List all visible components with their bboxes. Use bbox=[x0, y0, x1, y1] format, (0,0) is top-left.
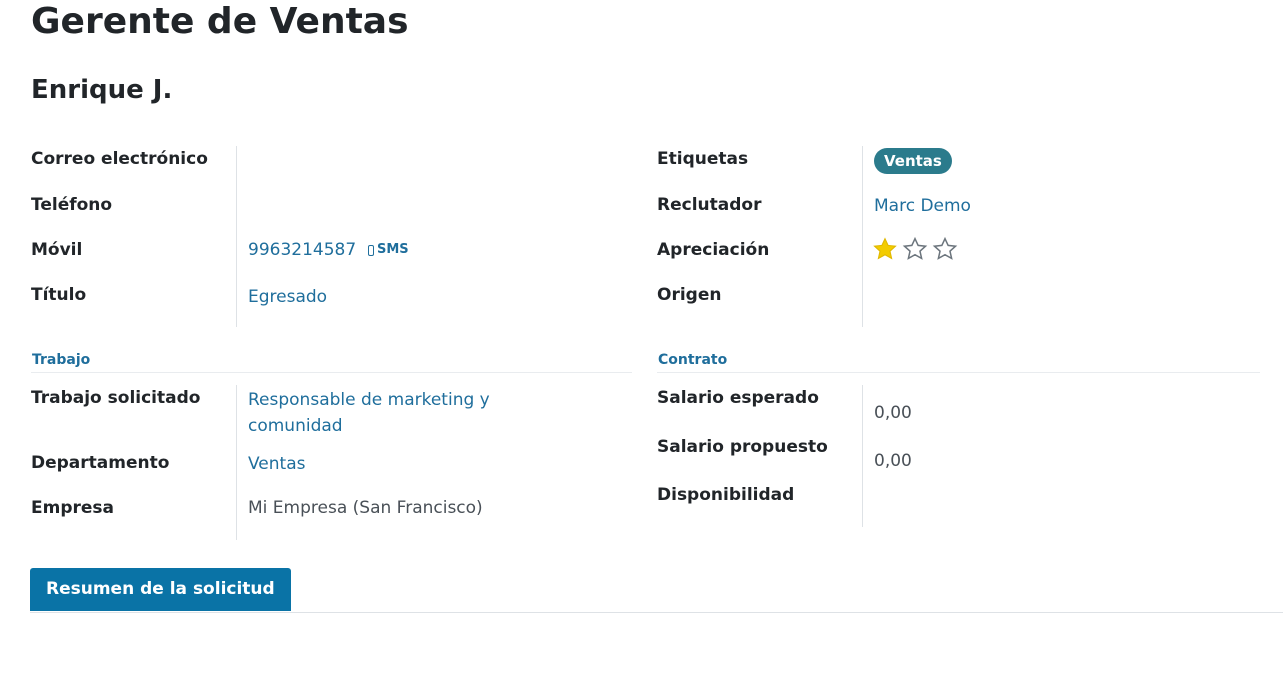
sms-label: SMS bbox=[377, 242, 409, 257]
company-label: Empresa bbox=[31, 498, 114, 518]
left-column-divider bbox=[236, 146, 237, 327]
tab-application-summary[interactable]: Resumen de la solicitud bbox=[30, 568, 291, 611]
tag-badge[interactable]: Ventas bbox=[874, 148, 952, 174]
expected-salary-label: Salario esperado bbox=[657, 388, 819, 408]
page-title[interactable]: Gerente de Ventas bbox=[31, 0, 409, 44]
department-label: Departamento bbox=[31, 453, 170, 473]
applicant-form: Gerente de Ventas Enrique J. Correo elec… bbox=[0, 0, 1283, 686]
contract-column-divider bbox=[862, 385, 863, 527]
email-label: Correo electrónico bbox=[31, 149, 208, 169]
contract-section-separator bbox=[657, 372, 1260, 373]
job-applied-field-line2[interactable]: comunidad bbox=[248, 413, 343, 439]
evaluation-label: Apreciación bbox=[657, 240, 770, 260]
proposed-salary-label: Salario propuesto bbox=[657, 437, 828, 457]
recruiter-label: Reclutador bbox=[657, 195, 762, 215]
star-empty-icon[interactable] bbox=[932, 236, 958, 262]
department-field[interactable]: Ventas bbox=[248, 451, 305, 477]
proposed-salary-field[interactable]: 0,00 bbox=[874, 448, 912, 474]
job-section-title: Trabajo bbox=[32, 352, 91, 368]
mobile-field[interactable]: 9963214587 bbox=[248, 237, 356, 263]
job-section-separator bbox=[31, 372, 632, 373]
expected-salary-field[interactable]: 0,00 bbox=[874, 400, 912, 426]
phone-label: Teléfono bbox=[31, 195, 113, 215]
contract-section-title: Contrato bbox=[658, 352, 728, 368]
candidate-name[interactable]: Enrique J. bbox=[31, 73, 172, 107]
right-column-divider bbox=[862, 146, 863, 327]
availability-label: Disponibilidad bbox=[657, 485, 795, 505]
sms-button[interactable]: SMS bbox=[368, 241, 409, 259]
tags-label: Etiquetas bbox=[657, 149, 749, 169]
job-applied-field-line1[interactable]: Responsable de marketing y bbox=[248, 387, 490, 413]
degree-field[interactable]: Egresado bbox=[248, 284, 327, 310]
job-column-divider bbox=[236, 385, 237, 540]
star-filled-icon[interactable] bbox=[872, 236, 898, 262]
star-empty-icon[interactable] bbox=[902, 236, 928, 262]
tab-bar-separator bbox=[30, 612, 1283, 613]
degree-label: Título bbox=[31, 285, 87, 305]
mobile-label: Móvil bbox=[31, 240, 83, 260]
mobile-phone-icon bbox=[368, 244, 374, 256]
recruiter-field[interactable]: Marc Demo bbox=[874, 193, 971, 219]
job-applied-label: Trabajo solicitado bbox=[31, 388, 201, 408]
company-field[interactable]: Mi Empresa (San Francisco) bbox=[248, 495, 483, 521]
source-label: Origen bbox=[657, 285, 722, 305]
evaluation-stars bbox=[872, 236, 958, 262]
